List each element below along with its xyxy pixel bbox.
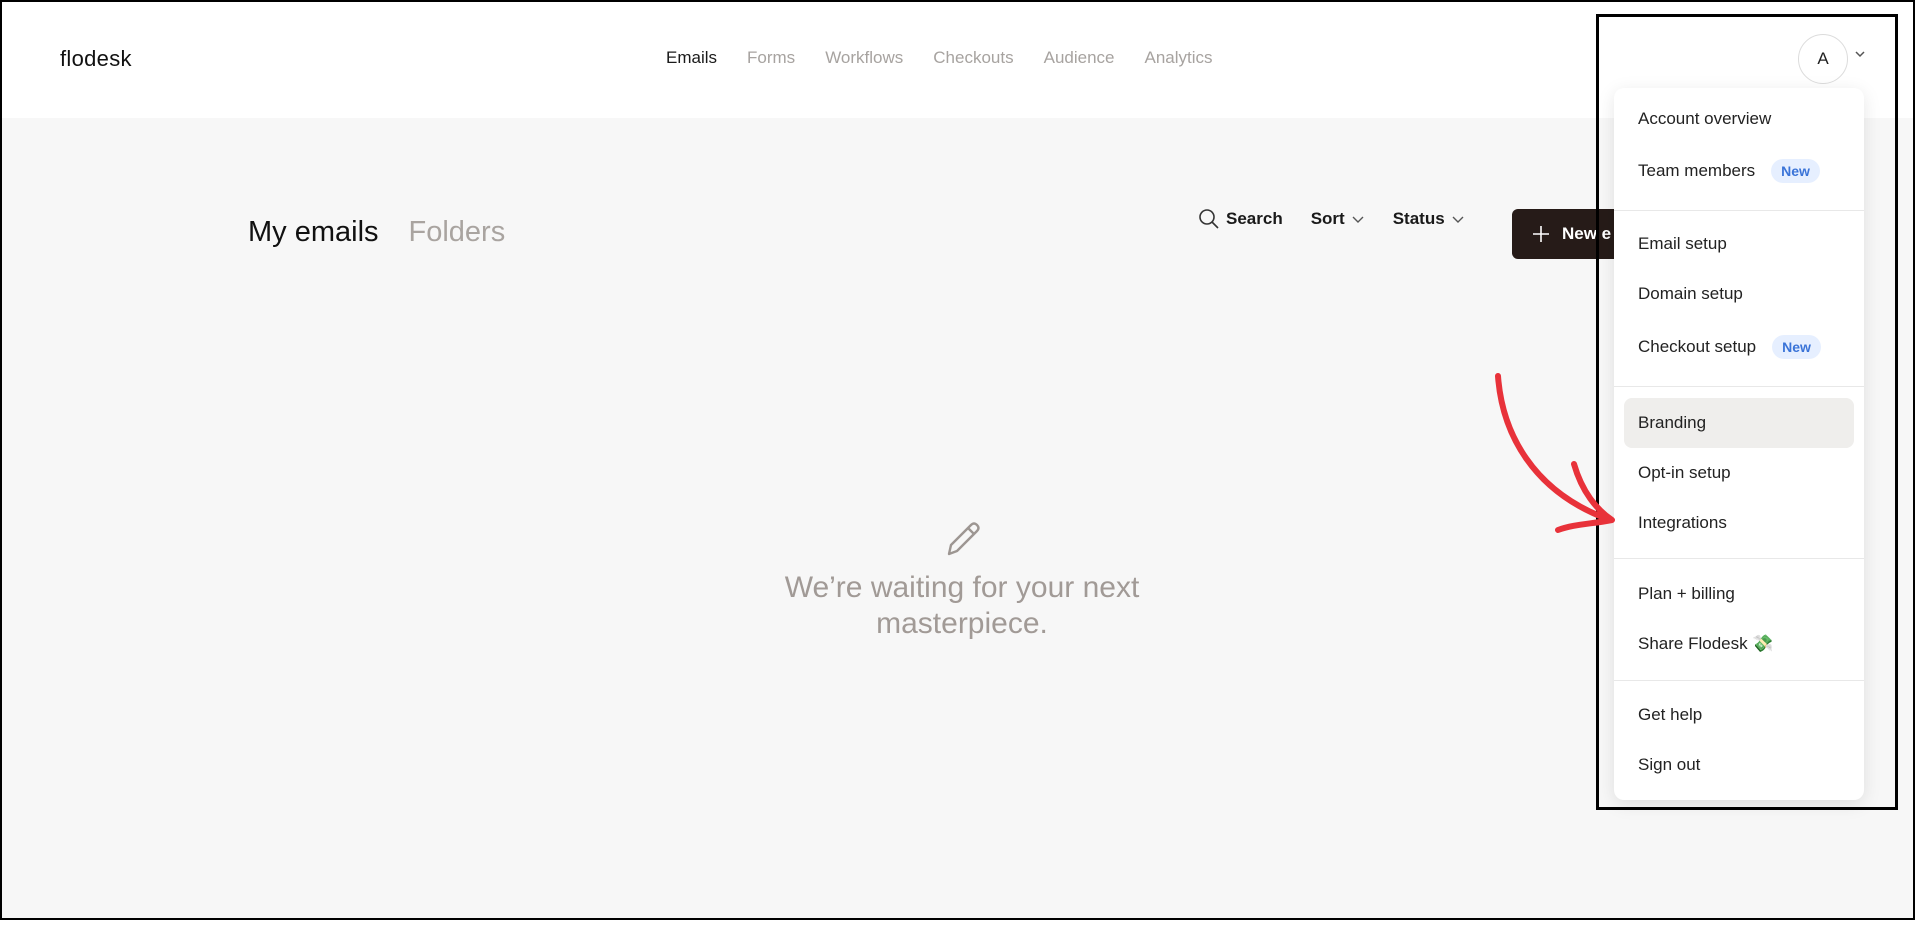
nav-checkouts[interactable]: Checkouts — [933, 48, 1013, 68]
status-dropdown[interactable]: Status — [1393, 209, 1465, 229]
tab-folders[interactable]: Folders — [409, 216, 506, 249]
menu-item-label: Integrations — [1638, 513, 1727, 532]
menu-item-integrations[interactable]: Integrations — [1624, 499, 1854, 547]
menu-item-plan-billing[interactable]: Plan + billing — [1624, 570, 1854, 618]
email-tabs: My emails Folders — [248, 216, 505, 249]
search-icon — [1199, 209, 1219, 229]
menu-divider — [1614, 386, 1864, 387]
chevron-down-icon — [1452, 216, 1464, 223]
menu-item-label: Share Flodesk 💸 — [1638, 634, 1774, 653]
empty-state: We’re waiting for your next masterpiece. — [722, 516, 1202, 642]
menu-item-branding[interactable]: Branding — [1624, 398, 1854, 448]
menu-item-share-flodesk[interactable]: Share Flodesk 💸 — [1624, 620, 1854, 668]
menu-divider — [1614, 558, 1864, 559]
status-label: Status — [1392, 209, 1445, 228]
avatar[interactable]: A — [1798, 34, 1848, 84]
empty-state-line2: masterpiece. — [876, 607, 1048, 640]
menu-item-email-setup[interactable]: Email setup — [1624, 220, 1854, 268]
menu-divider — [1614, 210, 1864, 211]
nav-audience[interactable]: Audience — [1044, 48, 1115, 68]
plus-icon — [1533, 226, 1549, 242]
chevron-down-icon[interactable] — [1855, 50, 1865, 58]
menu-item-label: Team members — [1638, 161, 1756, 180]
menu-item-label: Get help — [1638, 705, 1703, 724]
menu-item-label: Opt-in setup — [1638, 463, 1731, 482]
annotation-arrow-icon — [1495, 373, 1615, 533]
new-badge: New — [1771, 159, 1820, 183]
avatar-initial: A — [1817, 49, 1829, 68]
main-nav: Emails Forms Workflows Checkouts Audienc… — [666, 48, 1213, 68]
search-label: Search — [1226, 209, 1283, 228]
tab-my-emails[interactable]: My emails — [248, 216, 379, 249]
toolbar: Search Sort Status — [1198, 208, 1493, 230]
sort-label: Sort — [1310, 209, 1345, 228]
nav-workflows[interactable]: Workflows — [825, 48, 903, 68]
account-dropdown-menu: Account overview Team members New Email … — [1614, 88, 1864, 800]
pencil-icon — [947, 522, 980, 556]
nav-analytics[interactable]: Analytics — [1145, 48, 1213, 68]
menu-item-label: Plan + billing — [1638, 584, 1735, 603]
nav-emails[interactable]: Emails — [666, 48, 717, 68]
new-email-label: New e — [1562, 224, 1612, 243]
menu-item-account-overview[interactable]: Account overview — [1624, 95, 1854, 143]
menu-item-label: Domain setup — [1638, 284, 1743, 303]
menu-item-label: Checkout setup — [1638, 337, 1757, 356]
menu-item-label: Email setup — [1638, 234, 1727, 253]
nav-forms[interactable]: Forms — [747, 48, 795, 68]
menu-item-label: Account overview — [1638, 109, 1772, 128]
menu-item-checkout-setup[interactable]: Checkout setup New — [1624, 323, 1854, 371]
menu-item-sign-out[interactable]: Sign out — [1624, 741, 1854, 789]
logo[interactable]: flodesk — [60, 46, 132, 72]
menu-item-team-members[interactable]: Team members New — [1624, 147, 1854, 195]
new-badge: New — [1772, 335, 1821, 359]
empty-state-line1: We’re waiting for your next — [784, 571, 1140, 604]
sort-dropdown[interactable]: Sort — [1311, 209, 1365, 229]
menu-item-label: Sign out — [1638, 755, 1701, 774]
chevron-down-icon — [1352, 216, 1364, 223]
app-frame: flodesk Emails Forms Workflows Checkouts… — [0, 0, 1915, 920]
menu-item-label: Branding — [1638, 413, 1707, 432]
menu-item-opt-in-setup[interactable]: Opt-in setup — [1624, 449, 1854, 497]
menu-item-domain-setup[interactable]: Domain setup — [1624, 270, 1854, 318]
search-button[interactable]: Search — [1198, 208, 1283, 230]
menu-item-get-help[interactable]: Get help — [1624, 691, 1854, 739]
menu-divider — [1614, 680, 1864, 681]
